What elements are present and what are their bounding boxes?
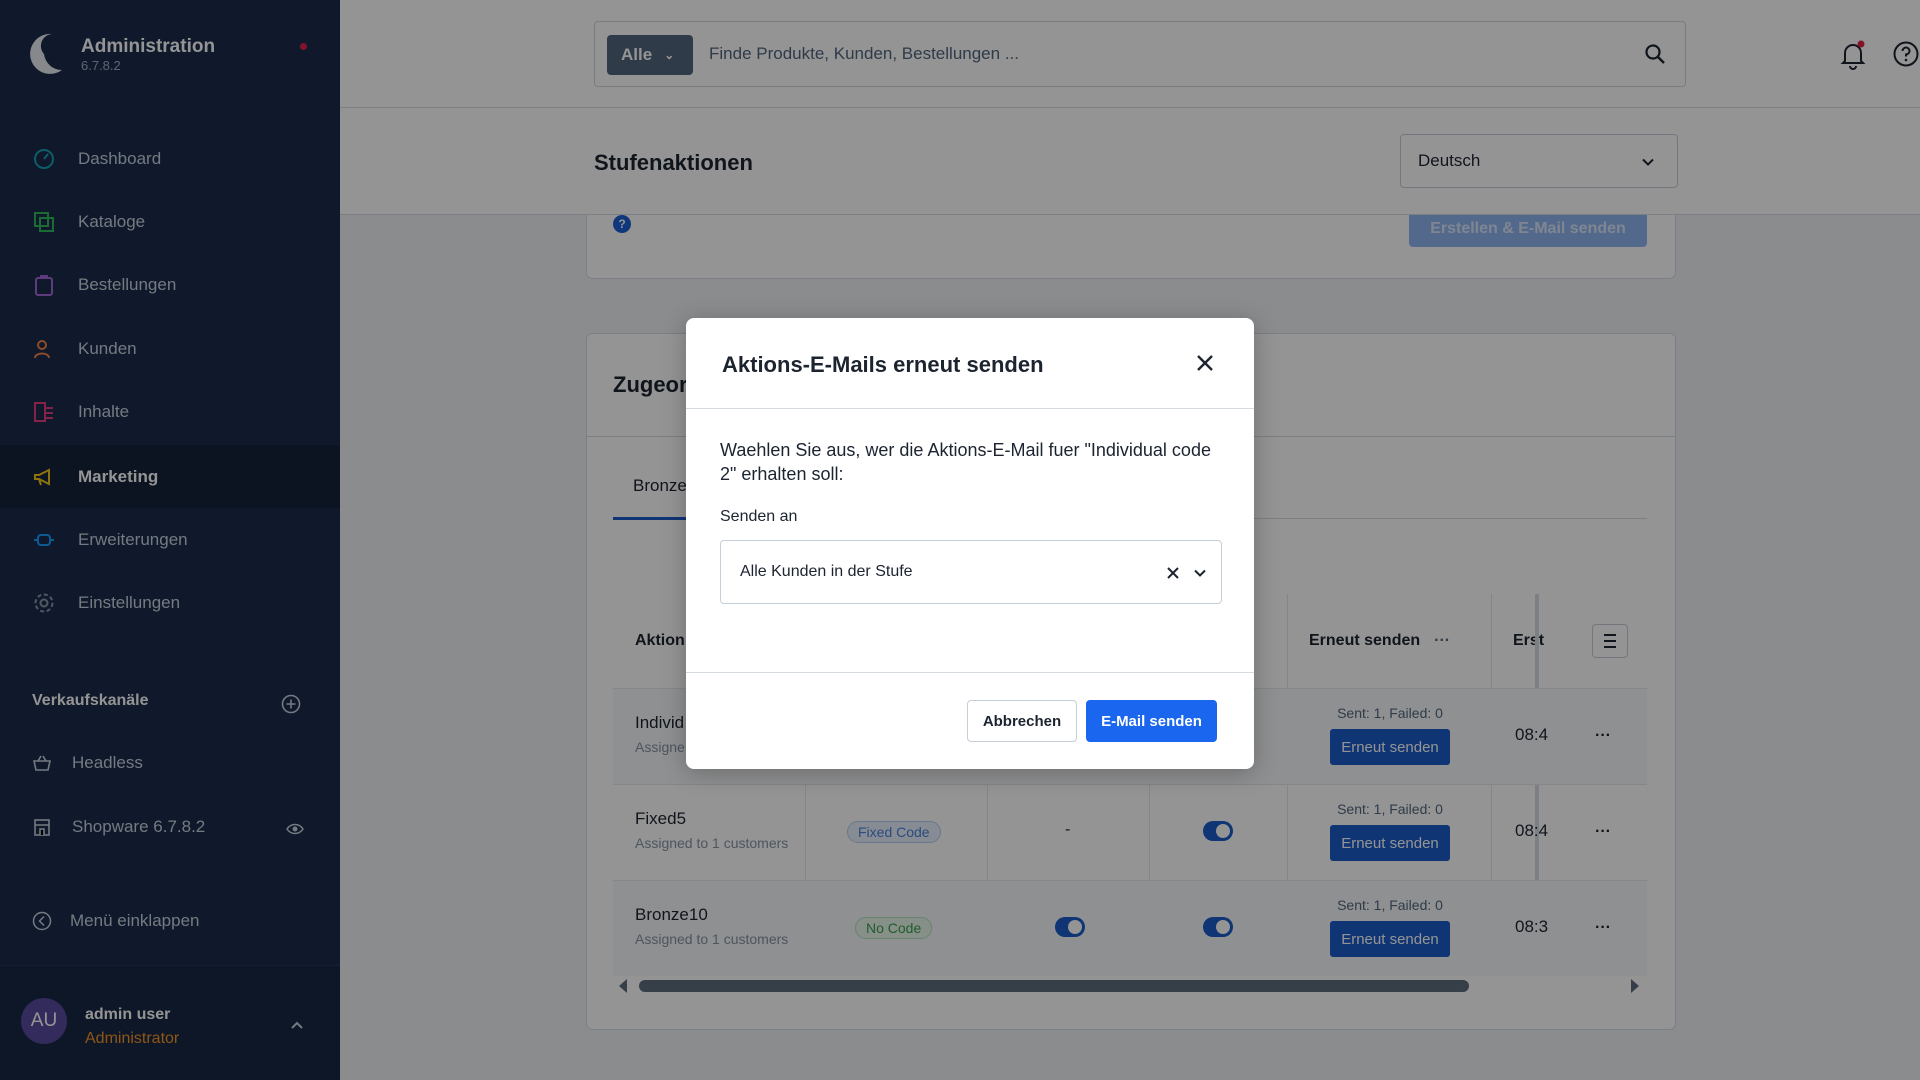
divider [686, 408, 1254, 409]
send-to-label: Senden an [720, 508, 798, 525]
send-email-button[interactable]: E-Mail senden [1086, 700, 1217, 742]
resend-email-modal: Aktions-E-Mails erneut senden Waehlen Si… [686, 318, 1254, 769]
chevron-down-icon[interactable] [1193, 566, 1207, 580]
divider [686, 672, 1254, 673]
modal-description: Waehlen Sie aus, wer die Aktions-E-Mail … [720, 440, 1211, 484]
cancel-button[interactable]: Abbrechen [967, 700, 1077, 742]
clear-icon[interactable] [1165, 565, 1181, 581]
send-to-value: Alle Kunden in der Stufe [740, 563, 913, 580]
send-to-select[interactable]: Alle Kunden in der Stufe [720, 540, 1222, 604]
close-icon[interactable] [1194, 352, 1216, 374]
modal-title: Aktions-E-Mails erneut senden [722, 352, 1044, 377]
